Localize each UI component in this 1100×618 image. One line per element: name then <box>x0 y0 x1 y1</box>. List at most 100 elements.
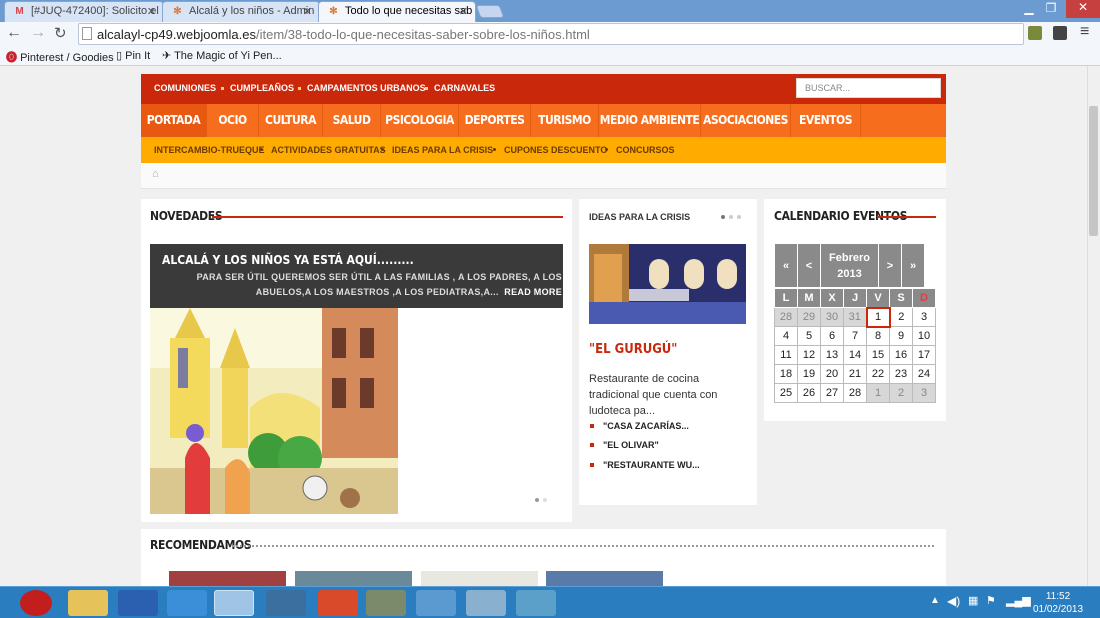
ideas-link[interactable]: "EL OLIVAR" <box>603 440 659 450</box>
ie-icon[interactable] <box>167 590 207 616</box>
featured-title[interactable]: ALCALÁ Y LOS NIÑOS YA ESTÁ AQUÍ......... <box>162 253 414 267</box>
calendar-day[interactable]: 4 <box>774 326 798 346</box>
app-icon[interactable] <box>266 590 306 616</box>
menu-icon[interactable]: ≡ <box>1080 23 1089 41</box>
read-more-link[interactable]: READ MORE <box>504 287 562 297</box>
close-icon[interactable]: ✕ <box>303 5 312 18</box>
calendar-day[interactable]: 23 <box>889 364 913 384</box>
bookmark-pinterest[interactable]: ⓿ Pinterest / Goodies <box>6 49 114 65</box>
sub-link-gratuitas[interactable]: ACTIVIDADES GRATUITAS <box>271 145 386 155</box>
power-icon[interactable] <box>20 590 52 616</box>
slider-dot[interactable] <box>535 498 539 502</box>
extension-icon[interactable] <box>1028 26 1042 40</box>
calendar-day[interactable]: 30 <box>820 307 844 327</box>
calendar-day[interactable]: 2 <box>889 383 913 403</box>
calendar-day[interactable]: 28 <box>774 307 798 327</box>
calendar-day[interactable]: 18 <box>774 364 798 384</box>
tab-admin[interactable]: ✻ Alcalá y los niños - Admin ✕ <box>162 1 320 22</box>
calendar-day[interactable]: 20 <box>820 364 844 384</box>
calendar-day[interactable]: 14 <box>843 345 867 365</box>
calendar-day[interactable]: 24 <box>912 364 936 384</box>
calendar-day-today[interactable]: 1 <box>865 306 891 328</box>
new-tab-button[interactable] <box>475 5 505 18</box>
home-icon[interactable]: ⌂ <box>152 168 159 180</box>
nav-deportes[interactable]: DEPORTES <box>459 104 531 137</box>
scrollbar-thumb[interactable] <box>1089 106 1098 236</box>
ideas-image[interactable] <box>589 244 746 324</box>
ideas-link[interactable]: "CASA ZACARÍAS... <box>603 421 689 431</box>
recommended-thumb[interactable] <box>546 571 663 586</box>
minimize-icon[interactable]: ▁ <box>1018 1 1040 15</box>
nav-portada[interactable]: PORTADA <box>141 104 207 137</box>
calendar-day[interactable]: 9 <box>889 326 913 346</box>
nav-medio-ambiente[interactable]: MEDIO AMBIENTE <box>599 104 701 137</box>
flag-icon[interactable]: ⚑ <box>986 594 996 607</box>
calendar-day[interactable]: 3 <box>912 383 936 403</box>
tab-active[interactable]: ✻ Todo lo que necesitas sab ✕ <box>318 1 476 22</box>
network-icon[interactable]: ▦ <box>968 594 978 607</box>
restore-icon[interactable]: ❐ <box>1040 1 1062 15</box>
prev-month-button[interactable]: < <box>797 243 821 288</box>
slider-dot[interactable] <box>737 215 741 219</box>
volume-icon[interactable]: ◀) <box>947 594 960 608</box>
calendar-day[interactable]: 16 <box>889 345 913 365</box>
featured-image[interactable] <box>150 308 398 514</box>
bookmark-pinit[interactable]: ▯ Pin It <box>116 49 150 62</box>
tab-gmail[interactable]: M [#JUQ-472400]: Solicito el ✕ <box>4 1 164 22</box>
nav-salud[interactable]: SALUD <box>323 104 381 137</box>
calendar-day[interactable]: 11 <box>774 345 798 365</box>
forward-icon[interactable]: → <box>30 24 46 42</box>
recommended-thumb[interactable] <box>295 571 412 586</box>
nav-eventos[interactable]: EVENTOS <box>791 104 861 137</box>
sub-link-trueque[interactable]: INTERCAMBIO-TRUEQUE <box>154 145 265 155</box>
address-bar[interactable]: alcalayl-cp49.webjoomla.es/item/38-todo-… <box>78 23 1024 45</box>
calendar-day[interactable]: 17 <box>912 345 936 365</box>
tray-arrow-icon[interactable]: ▲ <box>930 595 940 606</box>
calendar-day[interactable]: 1 <box>866 383 890 403</box>
explorer-icon[interactable] <box>68 590 108 616</box>
calendar-day[interactable]: 15 <box>866 345 890 365</box>
nav-psicologia[interactable]: PSICOLOGIA <box>381 104 459 137</box>
calendar-day[interactable]: 12 <box>797 345 821 365</box>
top-link-comuniones[interactable]: COMUNIONES <box>154 83 216 93</box>
sub-link-concursos[interactable]: CONCURSOS <box>616 145 675 155</box>
search-input[interactable]: BUSCAR... <box>796 78 941 98</box>
calendar-day[interactable]: 29 <box>797 307 821 327</box>
calendar-day[interactable]: 19 <box>797 364 821 384</box>
app-icon[interactable] <box>318 590 358 616</box>
nav-cultura[interactable]: CULTURA <box>259 104 323 137</box>
top-link-carnavales[interactable]: CARNAVALES <box>434 83 495 93</box>
chrome-icon[interactable] <box>214 590 254 616</box>
recommended-thumb[interactable] <box>169 571 286 586</box>
close-icon[interactable]: ✕ <box>459 5 468 18</box>
calendar-day[interactable]: 27 <box>820 383 844 403</box>
slider-dot[interactable] <box>543 498 547 502</box>
calendar-day[interactable]: 7 <box>843 326 867 346</box>
app-icon[interactable] <box>416 590 456 616</box>
close-window-icon[interactable]: ✕ <box>1066 0 1100 18</box>
ideas-link[interactable]: "RESTAURANTE WU... <box>603 460 700 470</box>
sub-link-cupones[interactable]: CUPONES DESCUENTO <box>504 145 607 155</box>
word-icon[interactable] <box>118 590 158 616</box>
calendar-day[interactable]: 3 <box>912 307 936 327</box>
calendar-day[interactable]: 10 <box>912 326 936 346</box>
extension-icon[interactable] <box>1053 26 1067 40</box>
calendar-day[interactable]: 31 <box>843 307 867 327</box>
next-year-button[interactable]: » <box>901 243 925 288</box>
calendar-day[interactable]: 28 <box>843 383 867 403</box>
slider-dot[interactable] <box>721 215 725 219</box>
app-icon[interactable] <box>366 590 406 616</box>
slider-dot[interactable] <box>729 215 733 219</box>
calendar-day[interactable]: 25 <box>774 383 798 403</box>
reload-icon[interactable]: ↻ <box>54 24 67 42</box>
calendar-day[interactable]: 26 <box>797 383 821 403</box>
calendar-day[interactable]: 5 <box>797 326 821 346</box>
top-link-cumpleanos[interactable]: CUMPLEAÑOS <box>230 83 294 93</box>
close-icon[interactable]: ✕ <box>147 5 156 18</box>
recommended-thumb[interactable] <box>421 571 538 586</box>
signal-icon[interactable]: ▂▄▆ <box>1006 594 1031 607</box>
calendar-day[interactable]: 6 <box>820 326 844 346</box>
calendar-day[interactable]: 22 <box>866 364 890 384</box>
calendar-day[interactable]: 2 <box>889 307 913 327</box>
nav-asociaciones[interactable]: ASOCIACIONES <box>701 104 791 137</box>
